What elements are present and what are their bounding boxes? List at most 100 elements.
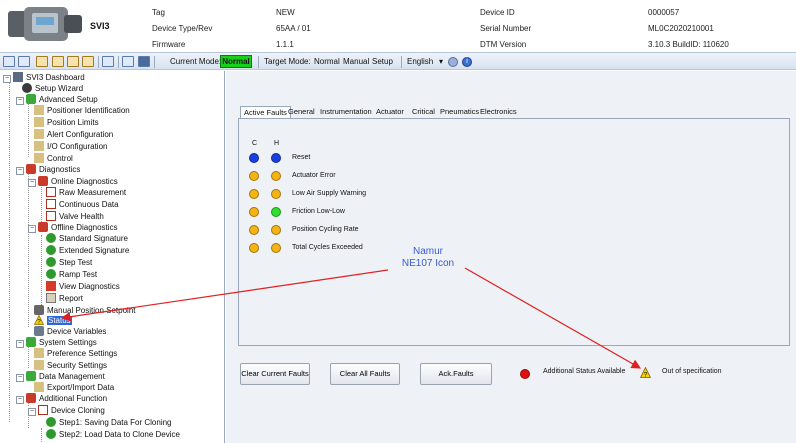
tree-label: SVI3 Dashboard	[26, 73, 85, 82]
tree-label: Step Test	[59, 258, 93, 267]
language-dropdown-icon[interactable]: ▾	[439, 57, 443, 66]
diagnostics-icon	[38, 176, 48, 186]
additional-status-indicator	[520, 369, 530, 379]
collapse-icon[interactable]: −	[16, 396, 24, 404]
serial-number-value: ML0C2020210001	[648, 24, 714, 33]
tree-raw-measurement[interactable]: Raw Measurement	[46, 187, 126, 198]
tree-positioner-identification[interactable]: Positioner Identification	[34, 105, 130, 116]
tree-continuous-data[interactable]: Continuous Data	[46, 199, 119, 210]
tree-additional-function[interactable]: − Additional Function	[16, 393, 107, 404]
tree-export-import-data[interactable]: Export/Import Data	[34, 382, 114, 393]
tree-io-configuration[interactable]: I/O Configuration	[34, 141, 107, 152]
tree-device-variables[interactable]: Device Variables	[34, 326, 106, 337]
tree-advanced-setup[interactable]: − Advanced Setup	[16, 94, 98, 105]
sync-icon[interactable]	[82, 56, 94, 67]
tree-system-settings[interactable]: − System Settings	[16, 337, 97, 348]
tree-diagnostics[interactable]: − Diagnostics	[16, 164, 80, 175]
tree-step-test[interactable]: Step Test	[46, 257, 92, 268]
chart-icon[interactable]	[102, 56, 114, 67]
test-icon	[46, 429, 56, 439]
column-historic-header: H	[274, 140, 280, 147]
tree-label: Export/Import Data	[47, 383, 115, 392]
tree-view-diagnostics[interactable]: View Diagnostics	[46, 281, 120, 292]
wrench-icon	[34, 117, 44, 127]
target-mode-manual[interactable]: Manual	[343, 57, 369, 66]
info-icon[interactable]: i	[462, 57, 472, 67]
tree-label: Data Management	[39, 372, 105, 381]
settings-gear-icon	[26, 337, 36, 347]
tree-label: Extended Signature	[59, 246, 130, 255]
report-icon[interactable]	[122, 56, 134, 67]
connect-icon[interactable]	[36, 56, 48, 67]
svg-text:?: ?	[644, 371, 648, 378]
tree-device-cloning[interactable]: − Device Cloning	[28, 405, 105, 416]
target-mode-setup[interactable]: Setup	[372, 57, 393, 66]
tree-control[interactable]: Control	[34, 153, 73, 164]
tree-setup-wizard[interactable]: Setup Wizard	[22, 83, 83, 94]
tab-instrumentation[interactable]: Instrumentation	[320, 106, 372, 118]
view-chart-icon	[46, 281, 56, 291]
tab-pneumatics[interactable]: Pneumatics	[440, 106, 479, 118]
tree-offline-diagnostics[interactable]: − Offline Diagnostics	[28, 222, 118, 233]
tree-alert-configuration[interactable]: Alert Configuration	[34, 129, 113, 140]
tree-online-diagnostics[interactable]: − Online Diagnostics	[28, 176, 118, 187]
collapse-icon[interactable]: −	[28, 225, 36, 233]
device-id-label: Device ID	[480, 8, 515, 17]
collapse-icon[interactable]: −	[3, 75, 11, 83]
fault-current-indicator	[249, 153, 259, 163]
download-icon[interactable]	[67, 56, 79, 67]
tree-preference-settings[interactable]: Preference Settings	[34, 348, 117, 359]
tree-label: Online Diagnostics	[51, 177, 118, 186]
tree-root[interactable]: − SVI3 Dashboard	[3, 72, 85, 83]
language-select[interactable]: English	[407, 57, 433, 66]
window-split-icon[interactable]	[18, 56, 30, 67]
fault-historic-indicator	[271, 207, 281, 217]
diagnostics-icon	[26, 164, 36, 174]
ack-faults-button[interactable]: Ack.Faults	[420, 363, 492, 385]
tab-electronics[interactable]: Electronics	[480, 106, 517, 118]
tree-position-limits[interactable]: Position Limits	[34, 117, 99, 128]
tree-security-settings[interactable]: Security Settings	[34, 360, 107, 371]
collapse-icon[interactable]: −	[16, 340, 24, 348]
tab-general[interactable]: General	[288, 106, 315, 118]
current-mode-label: Current Mode:	[170, 57, 222, 66]
device-icon[interactable]	[138, 56, 150, 67]
data-gear-icon	[26, 371, 36, 381]
tree-standard-signature[interactable]: Standard Signature	[46, 233, 128, 244]
tree-label: Manual Position Setpoint	[47, 306, 136, 315]
tab-critical[interactable]: Critical	[412, 106, 435, 118]
column-current-header: C	[252, 140, 258, 147]
tab-actuator[interactable]: Actuator	[376, 106, 404, 118]
report-icon	[46, 293, 56, 303]
tab-active-faults[interactable]: Active Faults	[240, 106, 291, 118]
clear-current-faults-button[interactable]: Clear Current Faults	[240, 363, 310, 385]
tree-valve-health[interactable]: Valve Health	[46, 211, 104, 222]
tree-label: Device Variables	[47, 327, 107, 336]
tree-label: Offline Diagnostics	[51, 223, 118, 232]
variables-icon	[34, 326, 44, 336]
tree-label: Standard Signature	[59, 234, 128, 243]
collapse-icon[interactable]: −	[16, 167, 24, 175]
tree-step2-loading[interactable]: Step2: Load Data to Clone Device	[46, 429, 180, 440]
tree-data-management[interactable]: − Data Management	[16, 371, 105, 382]
dashboard-icon	[13, 72, 23, 82]
help-globe-icon[interactable]	[448, 57, 458, 67]
tree-step1-saving[interactable]: Step1: Saving Data For Cloning	[46, 417, 172, 428]
window-icon[interactable]	[3, 56, 15, 67]
collapse-icon[interactable]: −	[28, 179, 36, 187]
additional-status-label: Additional Status Available	[543, 368, 626, 375]
fault-historic-indicator	[271, 243, 281, 253]
tree-label: Step2: Load Data to Clone Device	[59, 430, 180, 439]
upload-icon[interactable]	[52, 56, 64, 67]
tree-extended-signature[interactable]: Extended Signature	[46, 245, 129, 256]
tree-ramp-test[interactable]: Ramp Test	[46, 269, 97, 280]
tree-status[interactable]: ? Status	[34, 315, 72, 326]
fault-label: Reset	[292, 154, 311, 161]
collapse-icon[interactable]: −	[28, 408, 36, 416]
collapse-icon[interactable]: −	[16, 97, 24, 105]
collapse-icon[interactable]: −	[16, 374, 24, 382]
tree-report[interactable]: Report	[46, 293, 83, 304]
target-mode-normal[interactable]: Normal	[314, 57, 340, 66]
clear-all-faults-button[interactable]: Clear All Faults	[330, 363, 400, 385]
fault-current-indicator	[249, 225, 259, 235]
